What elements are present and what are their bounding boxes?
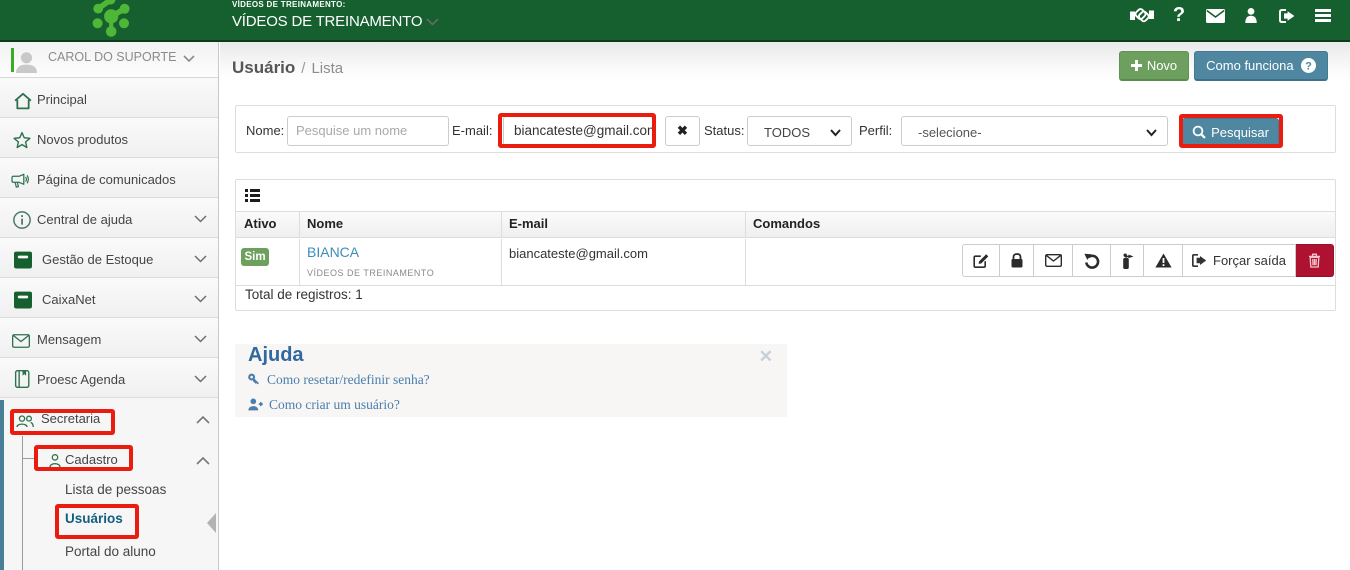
svg-text:?: ?	[1305, 60, 1312, 72]
